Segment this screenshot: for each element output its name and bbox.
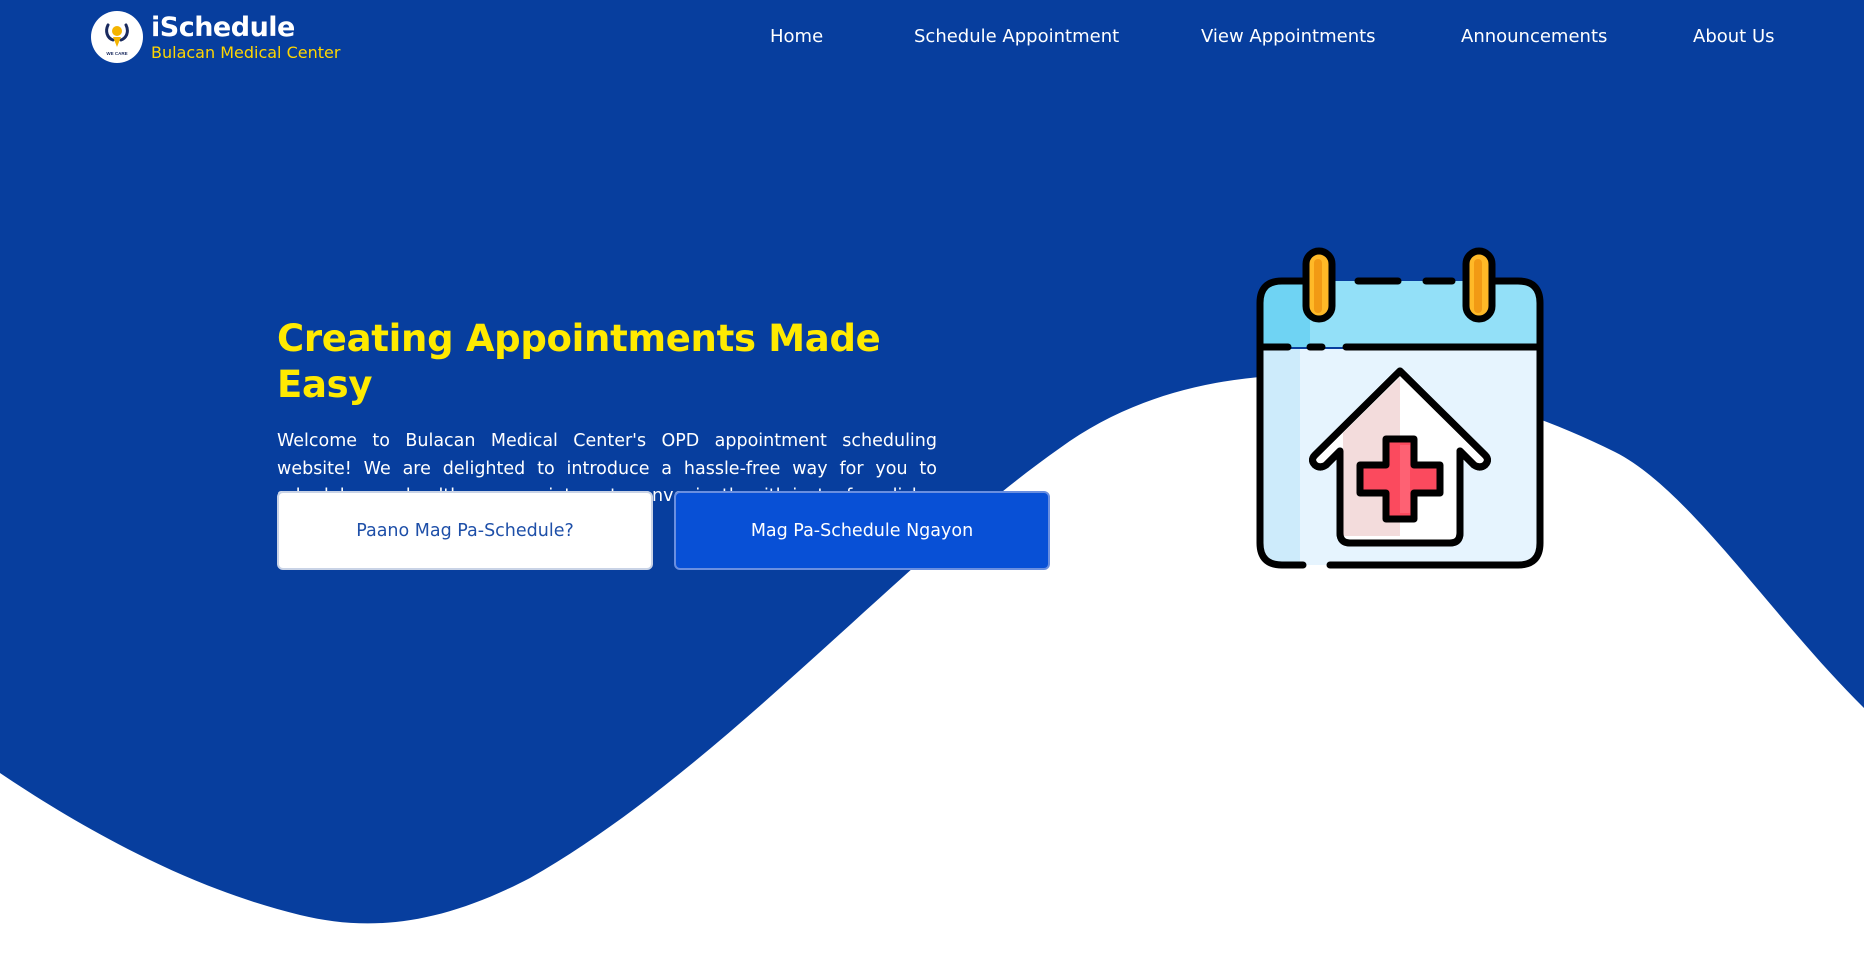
nav-item-view-appointments[interactable]: View Appointments — [1201, 24, 1376, 50]
how-to-schedule-button[interactable]: Paano Mag Pa-Schedule? — [277, 491, 653, 570]
calendar-hospital-icon — [1256, 247, 1544, 569]
hero-section: Creating Appointments Made Easy Welcome … — [277, 316, 1050, 570]
nav-item-schedule-appointment[interactable]: Schedule Appointment — [914, 24, 1119, 50]
nav-item-about-us[interactable]: About Us — [1693, 24, 1775, 50]
nav-item-home[interactable]: Home — [770, 24, 823, 50]
nav-item-announcements[interactable]: Announcements — [1461, 24, 1607, 50]
logo-text: WE CARE — [106, 51, 127, 56]
site-header: WE CARE iSchedule Bulacan Medical Center… — [0, 0, 1864, 74]
hero-title: Creating Appointments Made Easy — [277, 317, 881, 406]
schedule-now-button[interactable]: Mag Pa-Schedule Ngayon — [674, 491, 1050, 570]
main-nav: Home Schedule Appointment View Appointme… — [0, 24, 1864, 50]
